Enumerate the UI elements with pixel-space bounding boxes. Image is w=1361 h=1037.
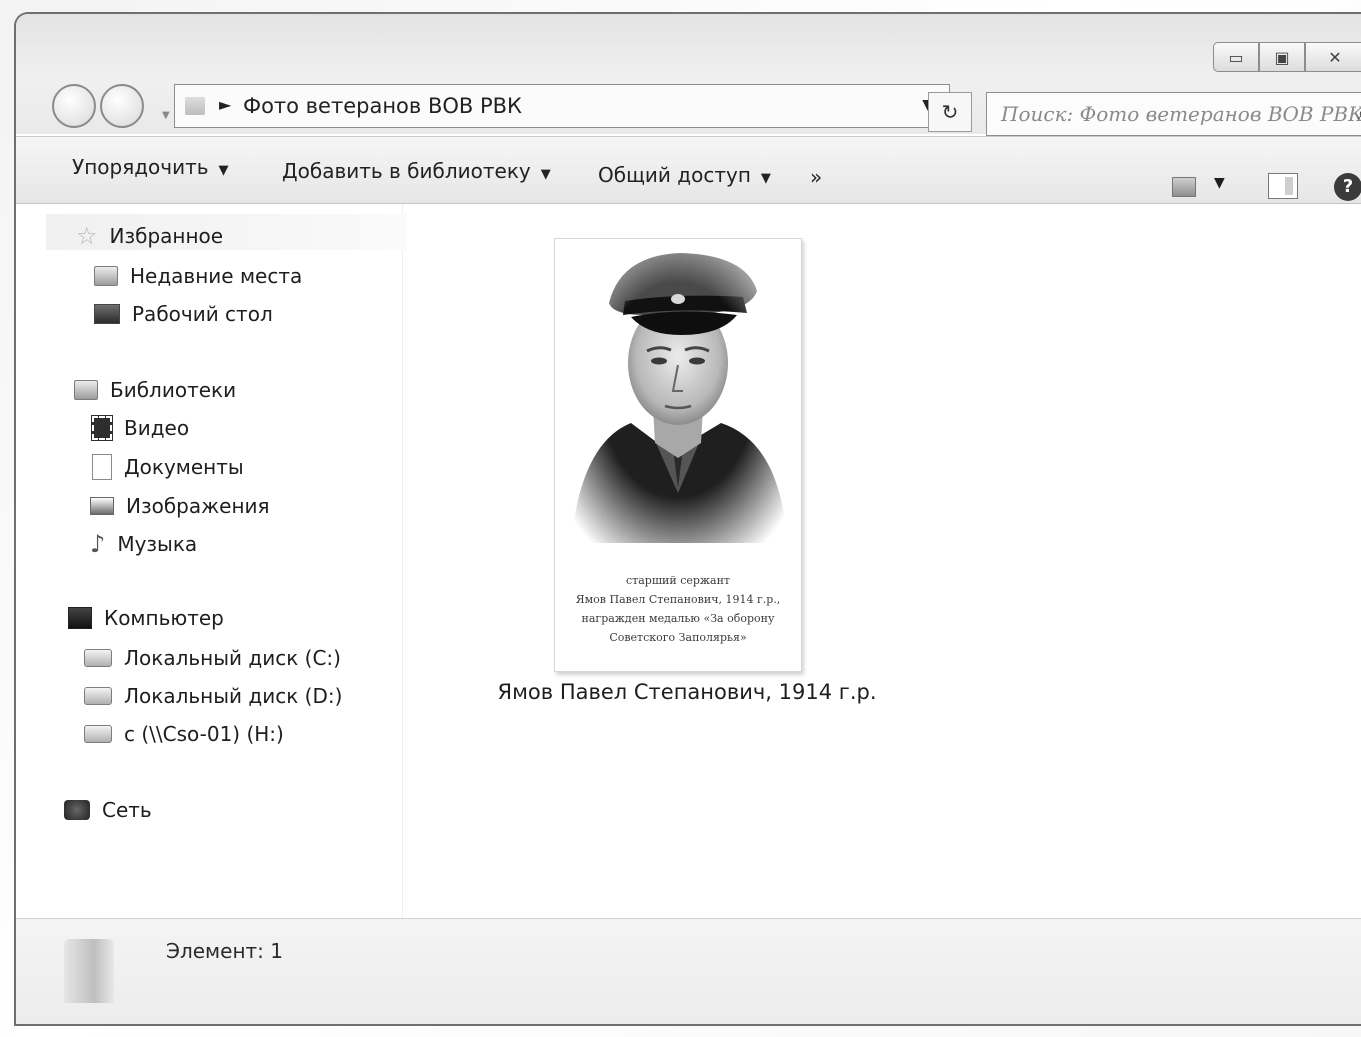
hard-drive-icon — [84, 649, 112, 667]
libraries-icon — [74, 380, 98, 400]
nav-computer[interactable]: Компьютер — [68, 606, 224, 630]
nav-favorites-label: Избранное — [109, 224, 224, 248]
file-thumbnail[interactable]: старший сержант Ямов Павел Степанович, 1… — [554, 238, 802, 672]
network-icon — [64, 800, 90, 820]
breadcrumb-folder[interactable]: Фото ветеранов ВОВ РВК — [243, 94, 522, 118]
item-count: Элемент: 1 — [166, 939, 283, 963]
network-drive-icon — [84, 725, 112, 743]
close-button[interactable]: ✕ — [1305, 42, 1361, 72]
organize-menu[interactable]: Упорядочить ▼ — [72, 155, 229, 179]
nav-network-drive-h-label: c (\\Cso-01) (H:) — [124, 722, 284, 746]
share-menu[interactable]: Общий доступ ▼ — [598, 163, 771, 187]
folder-icon — [185, 97, 205, 115]
back-button[interactable] — [52, 84, 96, 128]
recent-pages-dropdown[interactable]: ▼ — [162, 110, 170, 121]
computer-icon — [68, 607, 92, 629]
help-icon[interactable]: ? — [1334, 173, 1361, 201]
nav-desktop-label: Рабочий стол — [132, 302, 273, 326]
veteran-portrait-photo — [561, 243, 795, 569]
navigation-pane: ☆ Избранное Недавние места Рабочий стол … — [16, 204, 406, 918]
nav-network-label: Сеть — [102, 798, 152, 822]
more-commands-button[interactable]: » — [810, 165, 822, 189]
address-bar[interactable]: ► Фото ветеранов ВОВ РВК ▼ — [174, 84, 950, 128]
chevron-down-icon: ▼ — [540, 167, 551, 182]
caption-line: Ямов Павел Степанович, 1914 г.р., — [575, 593, 781, 606]
explorer-window: ▭ ▣ ✕ ▼ ► Фото ветеранов ВОВ РВК ▼ ↻ Пои… — [14, 12, 1361, 1026]
document-icon — [92, 454, 112, 480]
nav-video-label: Видео — [124, 416, 190, 440]
portrait-caption: старший сержант Ямов Павел Степанович, 1… — [555, 571, 801, 647]
nav-documents-label: Документы — [124, 455, 244, 479]
nav-network-drive-h[interactable]: c (\\Cso-01) (H:) — [84, 722, 284, 746]
nav-pictures[interactable]: Изображения — [90, 494, 270, 518]
search-input[interactable]: Поиск: Фото ветеранов ВОВ РВК — [1001, 102, 1361, 126]
nav-drive-c-label: Локальный диск (C:) — [124, 646, 341, 670]
window-controls: ▭ ▣ ✕ — [1213, 42, 1361, 72]
nav-libraries[interactable]: Библиотеки — [74, 378, 236, 402]
nav-libraries-label: Библиотеки — [110, 378, 237, 402]
chevron-down-icon: ▼ — [760, 171, 771, 186]
nav-music-label: Музыка — [117, 532, 198, 556]
star-icon: ☆ — [76, 222, 98, 250]
maximize-button[interactable]: ▣ — [1259, 42, 1305, 72]
share-label: Общий доступ — [598, 163, 751, 187]
nav-recent-places[interactable]: Недавние места — [94, 264, 302, 288]
refresh-button[interactable]: ↻ — [928, 92, 972, 132]
music-note-icon: ♪ — [90, 530, 106, 558]
breadcrumb-arrow-icon[interactable]: ► — [219, 95, 231, 114]
nav-computer-label: Компьютер — [104, 606, 224, 630]
change-view-icon[interactable] — [1172, 177, 1196, 197]
nav-drive-c[interactable]: Локальный диск (C:) — [84, 646, 341, 670]
caption-line: старший сержант — [625, 574, 731, 587]
caption-line: Советского Заполярья» — [609, 631, 747, 644]
nav-drive-d[interactable]: Локальный диск (D:) — [84, 684, 342, 708]
nav-recent-places-label: Недавние места — [130, 264, 303, 288]
organize-label: Упорядочить — [72, 155, 209, 179]
forward-button[interactable] — [100, 84, 144, 128]
title-bar: ▭ ▣ ✕ ▼ ► Фото ветеранов ВОВ РВК ▼ ↻ Пои… — [16, 14, 1361, 136]
chevron-down-icon: ▼ — [218, 163, 229, 178]
file-list-area[interactable]: старший сержант Ямов Павел Степанович, 1… — [404, 204, 1361, 918]
pictures-icon — [90, 497, 114, 515]
search-box[interactable]: Поиск: Фото ветеранов ВОВ РВК ⌕ — [986, 92, 1361, 136]
hard-drive-icon — [84, 687, 112, 705]
nav-desktop[interactable]: Рабочий стол — [94, 302, 273, 326]
folder-preview-icon — [64, 939, 114, 1003]
preview-pane-icon[interactable] — [1268, 173, 1298, 199]
nav-video[interactable]: Видео — [91, 415, 190, 441]
add-to-library-menu[interactable]: Добавить в библиотеку ▼ — [282, 159, 551, 183]
add-to-library-label: Добавить в библиотеку — [282, 159, 531, 183]
nav-favorites[interactable]: ☆ Избранное — [76, 222, 223, 250]
file-name-label[interactable]: Ямов Павел Степанович, 1914 г.р. — [404, 680, 970, 704]
command-bar: Упорядочить ▼ Добавить в библиотеку ▼ Общи… — [16, 136, 1361, 204]
film-icon — [91, 415, 113, 441]
nav-network[interactable]: Сеть — [64, 798, 152, 822]
view-options-dropdown-icon[interactable]: ▼ — [1214, 175, 1225, 191]
recent-places-icon — [94, 266, 118, 286]
desktop-icon — [94, 304, 120, 324]
details-pane: Элемент: 1 — [16, 918, 1361, 1024]
caption-line: награжден медалью «За оборону — [581, 612, 775, 625]
nav-music[interactable]: ♪ Музыка — [90, 530, 197, 558]
nav-pictures-label: Изображения — [126, 494, 270, 518]
minimize-button[interactable]: ▭ — [1213, 42, 1259, 72]
nav-documents[interactable]: Документы — [92, 454, 244, 480]
nav-drive-d-label: Локальный диск (D:) — [124, 684, 343, 708]
